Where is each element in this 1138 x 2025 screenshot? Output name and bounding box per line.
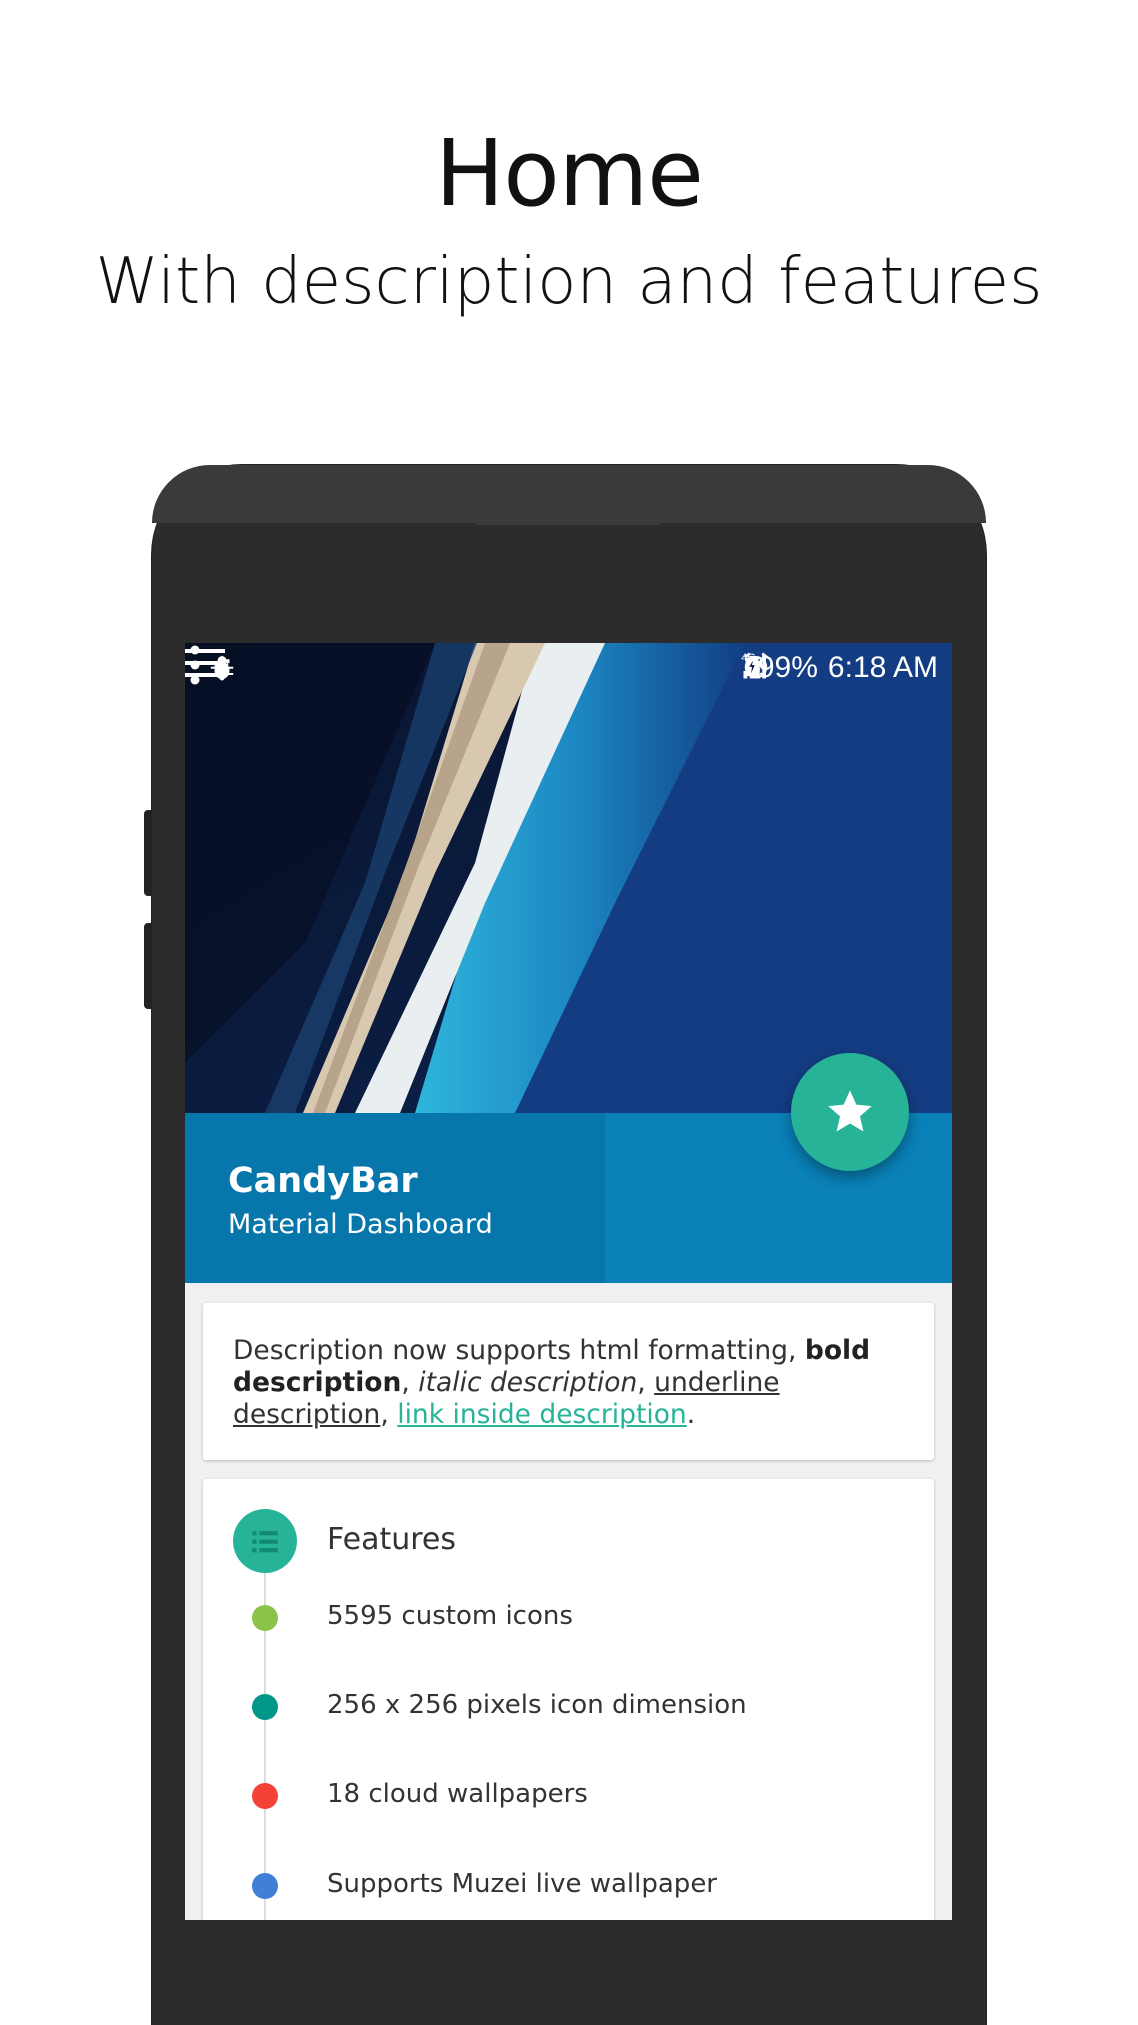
list-icon [252,1531,278,1553]
feature-dot [252,1783,278,1809]
description-italic-text: italic description [418,1367,638,1398]
description-link[interactable]: link inside description [397,1399,687,1430]
description-separator: , [637,1367,655,1398]
feature-item: 5595 custom icons [203,1597,934,1637]
features-card: Features 5595 custom icons 256 x 256 pix… [203,1479,934,1920]
feature-item: 256 x 256 pixels icon dimension [203,1686,934,1726]
description-text: Description now supports html formatting… [233,1335,894,1431]
description-card: Description now supports html formatting… [203,1303,934,1460]
features-list-icon [233,1509,297,1573]
description-separator: , [401,1367,419,1398]
phone-speaker [477,507,661,525]
status-bar: 4G 99% 6:18 AM [185,643,952,695]
volume-down-button [144,923,152,1009]
app-name: CandyBar [228,1161,418,1201]
promo-subtitle: With description and features [95,245,1043,319]
feature-item: 18 cloud wallpapers [203,1775,934,1815]
feature-label: 5595 custom icons [327,1601,573,1631]
rate-fab-button[interactable] [791,1053,909,1171]
feature-item: Supports Muzei live wallpaper [203,1865,934,1905]
description-period: . [686,1399,696,1430]
feature-dot [252,1694,278,1720]
aerial-beach-image [185,643,952,1113]
star-icon [828,1090,872,1132]
header-wallpaper-image: 4G 99% 6:18 AM [185,643,952,1113]
battery-charging-icon [745,655,759,677]
feature-label: 256 x 256 pixels icon dimension [327,1690,747,1720]
description-separator: , [380,1399,398,1430]
feature-dot [252,1605,278,1631]
volume-up-button [144,810,152,896]
description-plain-text: Description now supports html formatting… [233,1335,805,1366]
app-screen: 4G 99% 6:18 AM [185,643,952,1920]
more-options-icon[interactable] [185,643,205,687]
feature-label: 18 cloud wallpapers [327,1779,588,1809]
app-tagline: Material Dashboard [228,1209,493,1240]
promo-title: Home [435,120,704,227]
feature-dot [252,1873,278,1899]
features-title: Features [327,1522,456,1557]
feature-label: Supports Muzei live wallpaper [327,1869,717,1899]
clock-time: 6:18 AM [827,651,938,684]
